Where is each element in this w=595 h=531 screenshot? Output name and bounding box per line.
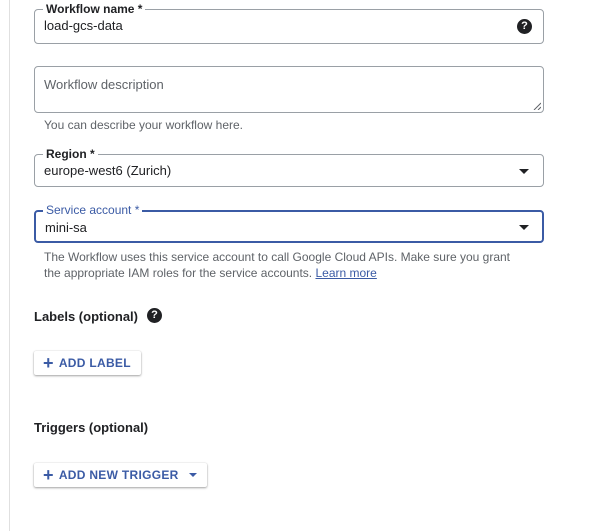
region-select[interactable]: Region * europe-west6 (Zurich): [34, 146, 544, 187]
panel-divider: [9, 0, 10, 531]
chevron-down-icon: [519, 168, 529, 174]
service-account-hint: The Workflow uses this service account t…: [44, 249, 510, 281]
resize-grip-icon[interactable]: [533, 102, 541, 110]
plus-icon: +: [43, 465, 54, 485]
workflow-name-value: load-gcs-data: [44, 18, 123, 33]
chevron-down-icon: [188, 473, 197, 477]
triggers-title: Triggers (optional): [34, 420, 149, 435]
description-hint: You can describe your workflow here.: [44, 118, 243, 132]
region-value: europe-west6 (Zurich): [44, 163, 172, 178]
region-label: Region *: [43, 146, 98, 162]
workflow-name-field[interactable]: Workflow name * load-gcs-data ?: [34, 1, 544, 44]
add-label-button[interactable]: + ADD LABEL: [34, 351, 141, 375]
service-account-select[interactable]: Service account * mini-sa: [34, 202, 544, 243]
service-account-hint-line1: The Workflow uses this service account t…: [44, 250, 510, 264]
add-trigger-button[interactable]: + ADD NEW TRIGGER: [34, 463, 207, 487]
help-icon[interactable]: ?: [517, 19, 532, 34]
labels-title: Labels (optional): [34, 309, 138, 324]
workflow-description-field[interactable]: Workflow description: [34, 66, 544, 113]
service-account-hint-line2-wrap: the appropriate IAM roles for the servic…: [44, 265, 510, 281]
learn-more-link[interactable]: Learn more: [315, 266, 376, 280]
service-account-value: mini-sa: [45, 220, 87, 235]
help-icon[interactable]: ?: [147, 308, 162, 323]
service-account-label: Service account *: [43, 202, 143, 218]
service-account-hint-line2: the appropriate IAM roles for the servic…: [44, 266, 313, 280]
add-trigger-button-label: ADD NEW TRIGGER: [58, 468, 179, 482]
add-label-button-label: ADD LABEL: [58, 356, 131, 370]
plus-icon: +: [43, 353, 54, 373]
workflow-description-placeholder: Workflow description: [44, 77, 164, 92]
workflow-name-label: Workflow name *: [43, 1, 146, 17]
chevron-down-icon: [519, 224, 529, 230]
